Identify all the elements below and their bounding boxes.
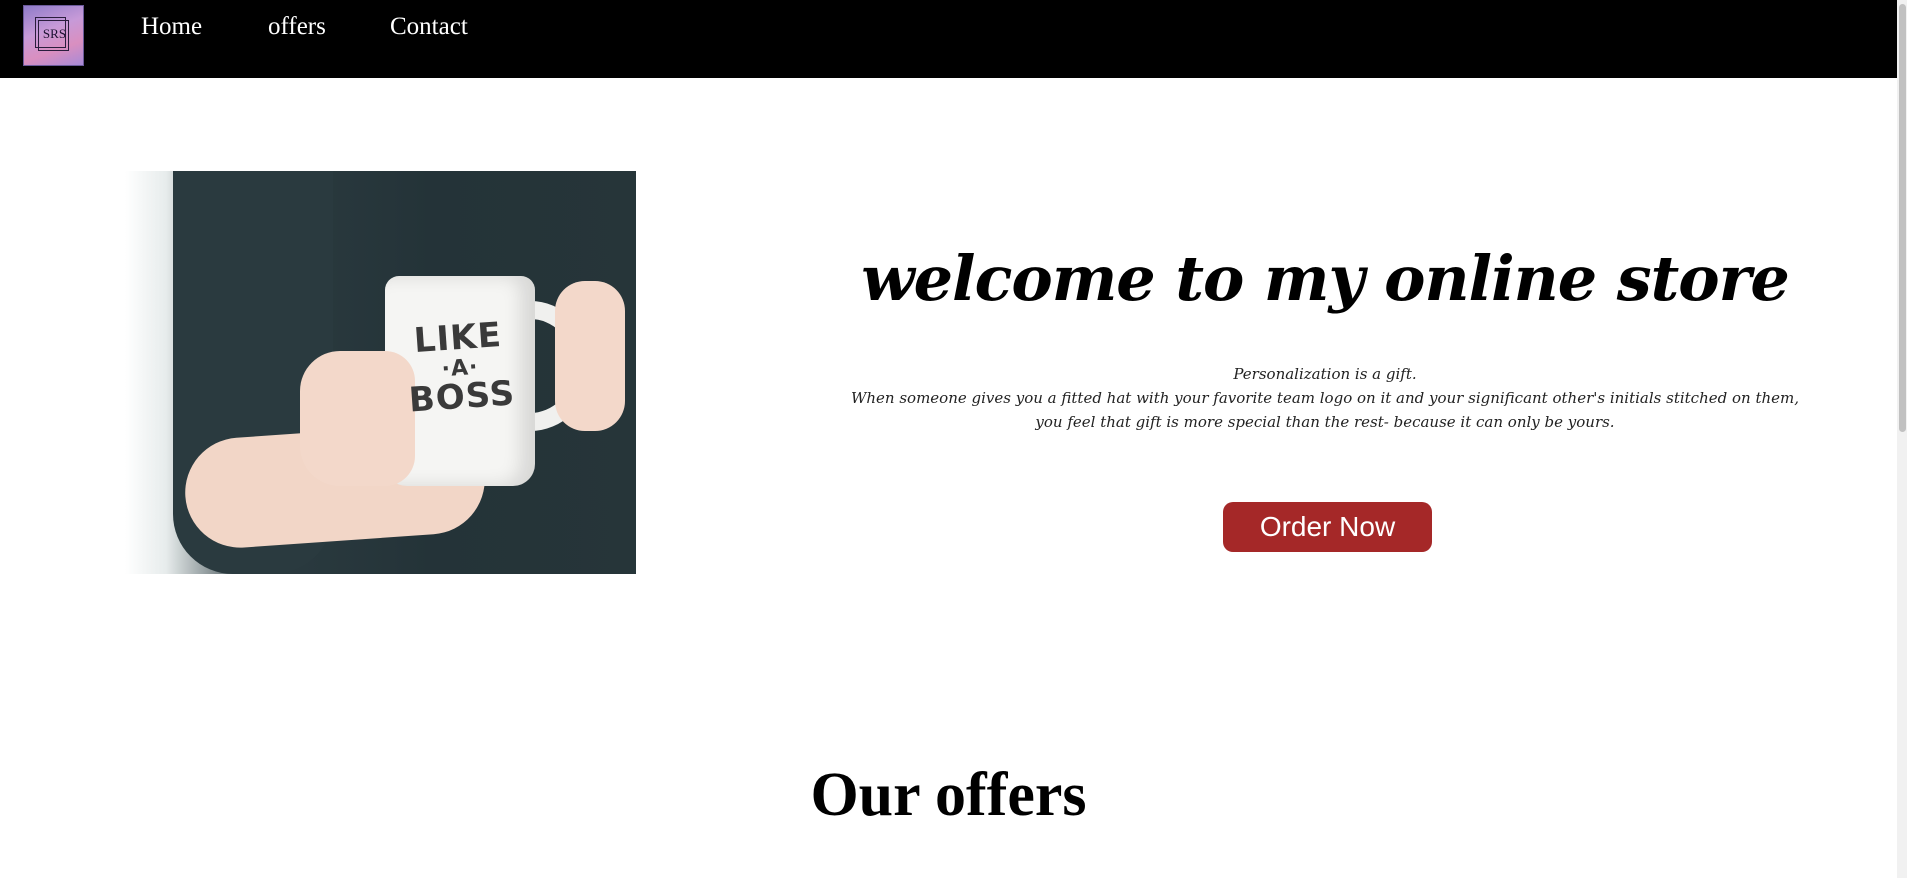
nav-link-home[interactable]: Home xyxy=(141,13,202,41)
hero-image: LIKE ·A· BOSS xyxy=(125,171,636,574)
logo[interactable]: SRS xyxy=(23,5,84,66)
nav-link-contact[interactable]: Contact xyxy=(390,13,468,41)
page: SRS Home offers Contact LIKE ·A· BOSS we… xyxy=(0,0,1907,878)
hero-description-line3: you feel that gift is more special than … xyxy=(1035,413,1615,431)
mug-lettering-line3: BOSS xyxy=(407,373,517,421)
hero-description-line2: When someone gives you a fitted hat with… xyxy=(850,389,1800,407)
order-now-button[interactable]: Order Now xyxy=(1223,502,1432,552)
logo-text: SRS xyxy=(42,26,67,41)
right-hand-shape xyxy=(555,281,625,431)
top-navbar: SRS Home offers Contact xyxy=(0,0,1897,78)
vertical-scrollbar[interactable] xyxy=(1897,0,1907,878)
mug-lettering-line1: LIKE xyxy=(412,315,504,362)
scrollbar-thumb[interactable] xyxy=(1899,4,1906,432)
nav-link-offers[interactable]: offers xyxy=(268,13,326,41)
mug-lettering: LIKE ·A· BOSS xyxy=(382,315,538,421)
hero-description: Personalization is a gift. When someone … xyxy=(790,362,1860,434)
offers-heading: Our offers xyxy=(810,761,1087,829)
hero-title: welcome to my online store xyxy=(861,241,1790,315)
hero-description-line1: Personalization is a gift. xyxy=(1233,365,1417,383)
